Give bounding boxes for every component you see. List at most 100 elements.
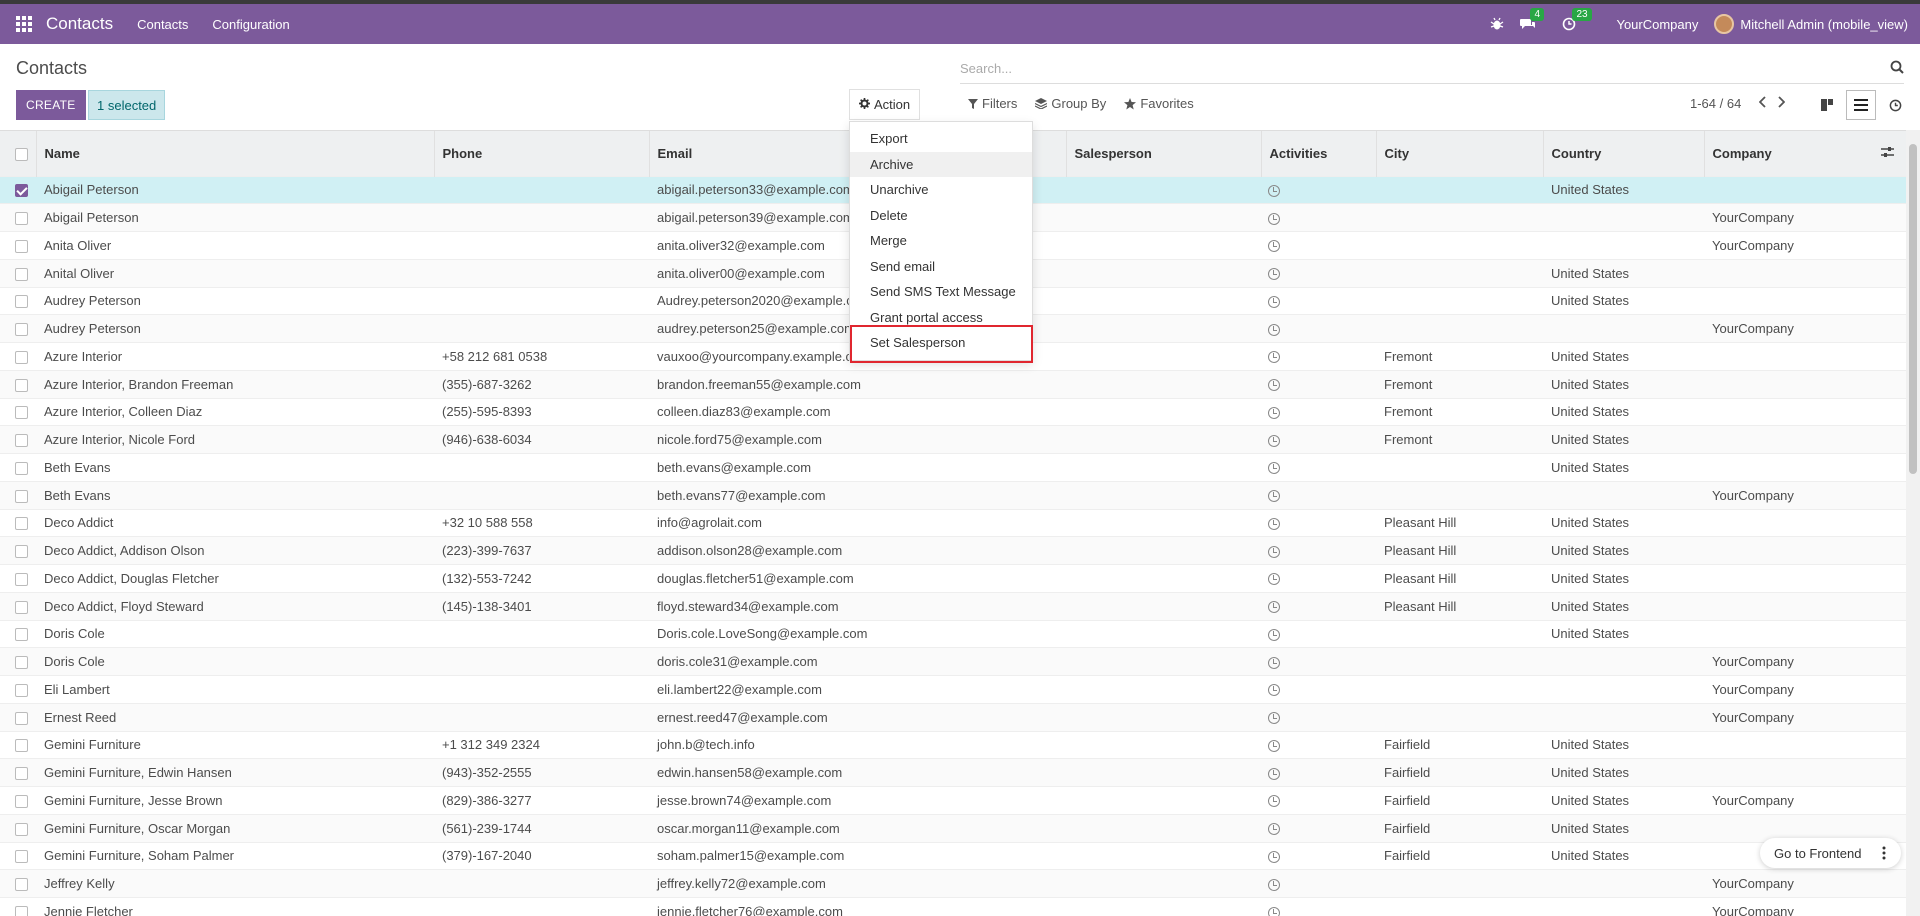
activity-clock-icon[interactable]	[1268, 573, 1280, 586]
activity-clock-icon[interactable]	[1268, 823, 1280, 836]
cell-email[interactable]: brandon.freeman55@example.com	[649, 369, 1066, 398]
cell-email[interactable]: info@agrolait.com	[649, 508, 1066, 537]
row-checkbox[interactable]	[15, 767, 28, 781]
app-title[interactable]: Contacts	[46, 14, 113, 34]
column-header-city[interactable]: City	[1376, 131, 1544, 176]
cell-phone[interactable]	[434, 203, 649, 232]
apps-grid-icon[interactable]	[16, 16, 32, 32]
cell-name[interactable]: Azure Interior, Brandon Freeman	[36, 369, 434, 398]
cell-phone[interactable]	[434, 647, 649, 676]
filters-button[interactable]: Filters	[968, 96, 1017, 111]
cell-activities[interactable]	[1261, 869, 1376, 898]
cell-city[interactable]	[1376, 231, 1543, 260]
cell-salesperson[interactable]	[1066, 342, 1261, 371]
column-header-phone[interactable]: Phone	[434, 131, 650, 176]
cell-city[interactable]: Fremont	[1376, 369, 1543, 398]
cell-phone[interactable]: (561)-239-1744	[434, 813, 649, 842]
activity-clock-icon[interactable]	[1268, 240, 1280, 253]
cell-select[interactable]	[0, 453, 36, 482]
cell-company[interactable]	[1704, 730, 1906, 759]
row-checkbox[interactable]	[15, 434, 28, 448]
cell-activities[interactable]	[1261, 258, 1376, 287]
row-checkbox[interactable]	[15, 739, 28, 753]
select-all-checkbox[interactable]	[15, 147, 28, 161]
cell-email[interactable]: Doris.cole.LoveSong@example.com	[649, 619, 1066, 648]
row-checkbox[interactable]	[15, 489, 28, 503]
table-row[interactable]: Deco Addict, Addison Olson (223)-399-7637…	[0, 536, 1906, 565]
cell-country[interactable]	[1543, 231, 1704, 260]
cell-city[interactable]	[1376, 453, 1543, 482]
table-row[interactable]: Gemini Furniture, Jesse Brown (829)-386-3…	[0, 786, 1906, 815]
cell-city[interactable]	[1376, 619, 1543, 648]
activity-clock-icon[interactable]	[1268, 462, 1280, 475]
cell-email[interactable]: colleen.diaz83@example.com	[649, 397, 1066, 426]
cell-phone[interactable]: (145)-138-3401	[434, 591, 649, 620]
row-checkbox[interactable]	[15, 517, 28, 531]
cell-phone[interactable]: (379)-167-2040	[434, 841, 649, 870]
table-row[interactable]: Deco Addict, Floyd Steward (145)-138-3401…	[0, 591, 1906, 620]
activity-clock-icon[interactable]	[1268, 545, 1280, 558]
activity-view-icon[interactable]	[1880, 90, 1910, 120]
row-checkbox[interactable]	[15, 461, 28, 475]
menu-item-send-sms[interactable]: Send SMS Text Message	[850, 279, 1032, 305]
cell-salesperson[interactable]	[1066, 203, 1261, 232]
table-row[interactable]: Gemini Furniture, Edwin Hansen (943)-352-…	[0, 758, 1906, 787]
cell-company[interactable]	[1704, 175, 1906, 204]
cell-select[interactable]	[0, 786, 36, 815]
cell-select[interactable]	[0, 369, 36, 398]
row-checkbox[interactable]	[15, 212, 28, 226]
activity-clock-icon[interactable]	[1268, 268, 1280, 281]
activity-clock-icon[interactable]	[1268, 517, 1280, 530]
cell-select[interactable]	[0, 314, 36, 343]
cell-email[interactable]: eli.lambert22@example.com	[649, 675, 1066, 704]
activity-clock-icon[interactable]	[1268, 628, 1280, 641]
cell-company[interactable]	[1704, 369, 1906, 398]
cell-salesperson[interactable]	[1066, 897, 1261, 916]
cell-select[interactable]	[0, 342, 36, 371]
cell-name[interactable]: Deco Addict, Douglas Fletcher	[36, 564, 434, 593]
cell-email[interactable]: jennie.fletcher76@example.com	[649, 897, 1066, 916]
cell-company[interactable]	[1704, 508, 1906, 537]
cell-name[interactable]: Deco Addict, Floyd Steward	[36, 591, 434, 620]
action-dropdown-button[interactable]: Action	[849, 89, 921, 120]
cell-country[interactable]: United States	[1543, 369, 1704, 398]
cell-company[interactable]: YourCompany	[1704, 675, 1906, 704]
cell-country[interactable]: United States	[1543, 591, 1704, 620]
table-row[interactable]: Azure Interior, Brandon Freeman (355)-687…	[0, 369, 1906, 398]
row-checkbox[interactable]	[15, 545, 28, 559]
cell-select[interactable]	[0, 258, 36, 287]
cell-select[interactable]	[0, 425, 36, 454]
cell-select[interactable]	[0, 813, 36, 842]
cell-city[interactable]: Pleasant Hill	[1376, 536, 1543, 565]
column-header-activities[interactable]: Activities	[1261, 131, 1377, 176]
cell-activities[interactable]	[1261, 175, 1376, 204]
cell-company[interactable]: YourCompany	[1704, 869, 1906, 898]
row-checkbox[interactable]	[15, 656, 28, 670]
cell-activities[interactable]	[1261, 536, 1376, 565]
cell-activities[interactable]	[1261, 203, 1376, 232]
list-view-icon[interactable]	[1846, 90, 1876, 120]
cell-select[interactable]	[0, 730, 36, 759]
activity-clock-icon[interactable]	[1268, 684, 1280, 697]
cell-email[interactable]: floyd.steward34@example.com	[649, 591, 1066, 620]
table-row[interactable]: Gemini Furniture, Oscar Morgan (561)-239-…	[0, 813, 1906, 842]
cell-name[interactable]: Azure Interior	[36, 342, 434, 371]
cell-email[interactable]: nicole.ford75@example.com	[649, 425, 1066, 454]
cell-country[interactable]	[1543, 897, 1704, 916]
column-header-company[interactable]: Company	[1704, 131, 1906, 176]
cell-country[interactable]	[1543, 869, 1704, 898]
row-checkbox[interactable]	[15, 711, 28, 725]
cell-country[interactable]: United States	[1543, 342, 1704, 371]
cell-select[interactable]	[0, 480, 36, 509]
table-row[interactable]: Azure Interior, Nicole Ford (946)-638-603…	[0, 425, 1906, 454]
cell-company[interactable]: YourCompany	[1704, 702, 1906, 731]
cell-select[interactable]	[0, 536, 36, 565]
cell-city[interactable]	[1376, 258, 1543, 287]
table-row[interactable]: Gemini Furniture, Soham Palmer (379)-167-…	[0, 841, 1906, 870]
activity-clock-icon[interactable]	[1268, 906, 1280, 916]
cell-activities[interactable]	[1261, 591, 1376, 620]
cell-phone[interactable]	[434, 314, 649, 343]
cell-company[interactable]	[1704, 425, 1906, 454]
cell-phone[interactable]	[434, 231, 649, 260]
cell-salesperson[interactable]	[1066, 480, 1261, 509]
